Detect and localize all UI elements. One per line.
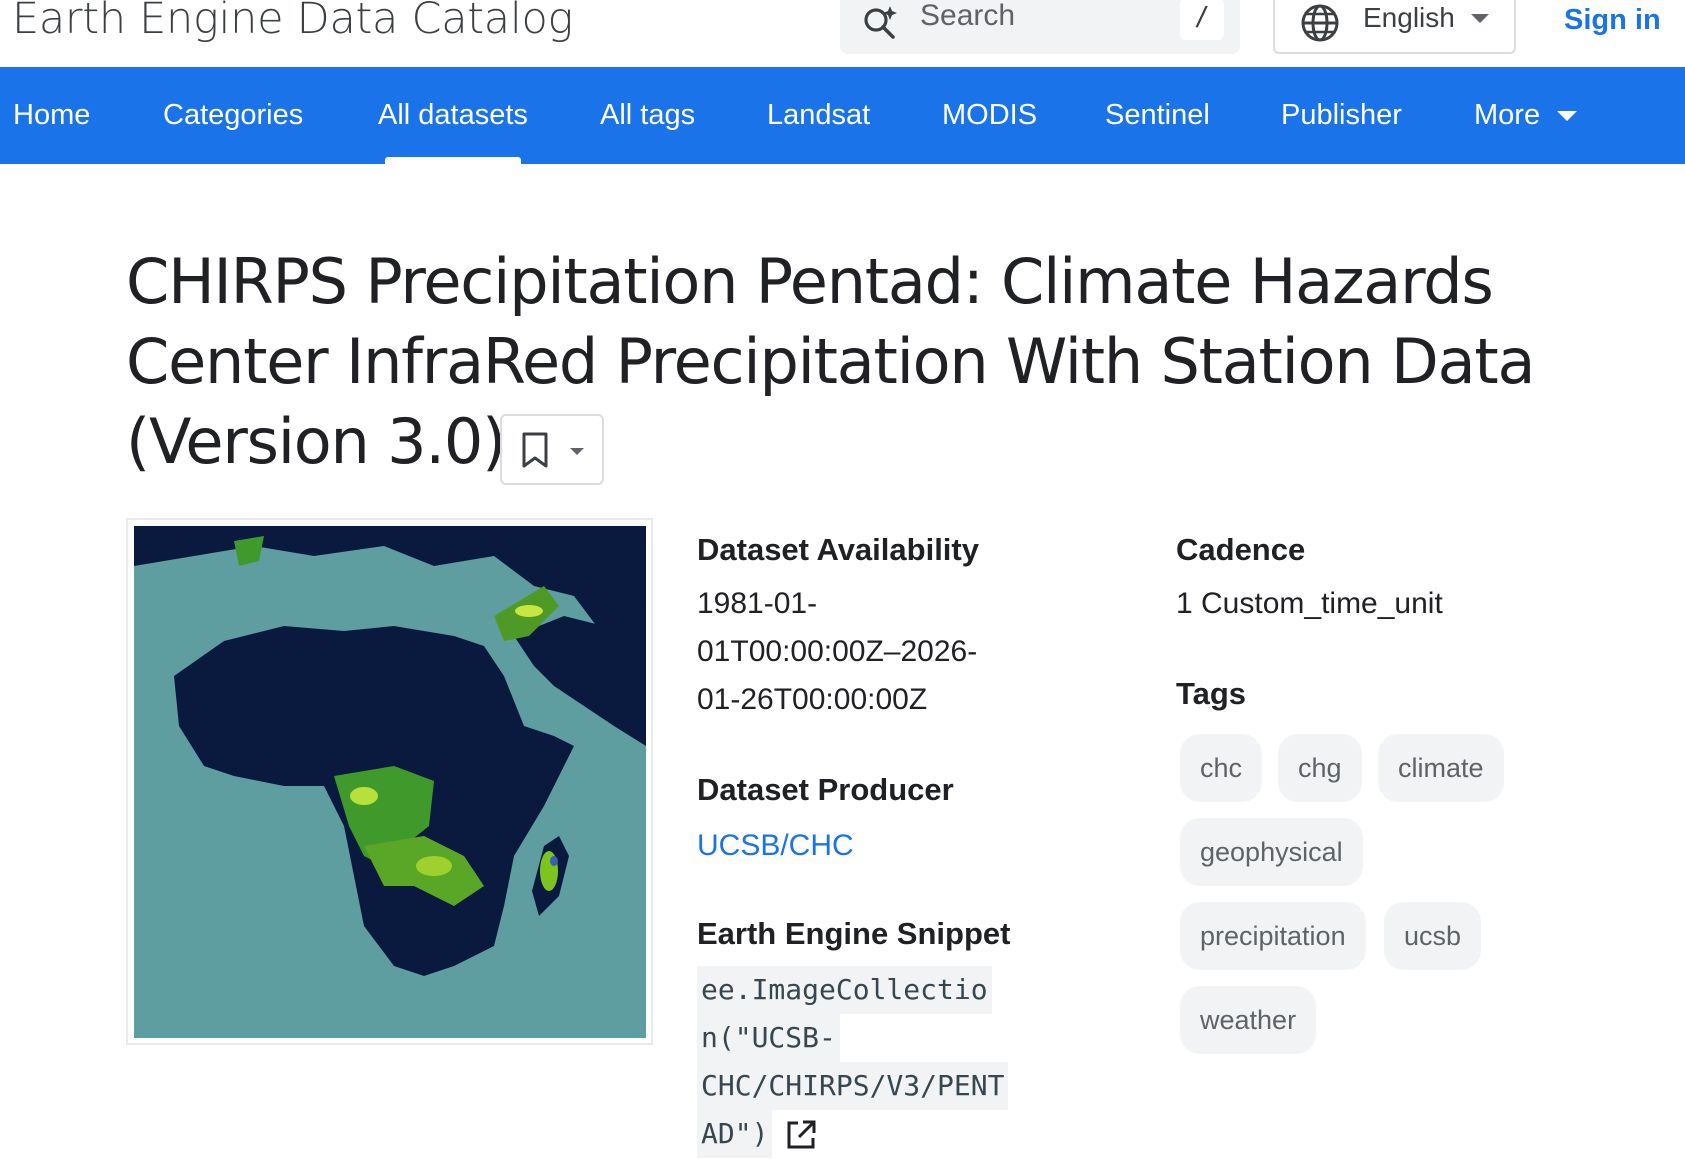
bookmark-button[interactable]	[500, 414, 604, 485]
tag-chg[interactable]: chg	[1278, 734, 1362, 802]
nav-item-all-tags[interactable]: All tags	[600, 67, 695, 164]
active-tab-indicator	[385, 157, 521, 164]
snippet-label: Earth Engine Snippet	[697, 916, 1011, 951]
availability-line: 1981-01-	[697, 587, 818, 620]
search-icon	[864, 6, 897, 39]
chevron-down-icon	[1557, 111, 1577, 121]
language-selector[interactable]: English	[1273, 0, 1516, 54]
nav-item-home[interactable]: Home	[13, 67, 90, 164]
open-in-new-icon[interactable]	[784, 1118, 818, 1152]
producer-link[interactable]: UCSB/CHC	[697, 822, 854, 870]
cadence-label: Cadence	[1176, 532, 1306, 567]
snippet-line: ee.ImageCollectio	[697, 966, 992, 1014]
site-title[interactable]: Earth Engine Data Catalog	[12, 0, 573, 44]
nav-item-more[interactable]: More	[1474, 67, 1540, 164]
sign-in-link[interactable]: Sign in	[1564, 2, 1661, 38]
producer-label: Dataset Producer	[697, 772, 954, 807]
tag-geophysical[interactable]: geophysical	[1180, 818, 1363, 886]
availability-label: Dataset Availability	[697, 532, 979, 567]
cadence-value: 1 Custom_time_unit	[1176, 587, 1443, 620]
code-snippet: ee.ImageCollectio n("UCSB- CHC/CHIRPS/V3…	[697, 966, 1009, 1158]
bookmark-icon	[522, 432, 548, 468]
nav-item-publisher[interactable]: Publisher	[1281, 67, 1402, 164]
language-label: English	[1363, 2, 1455, 33]
availability-line: 01T00:00:00Z–2026-	[697, 635, 978, 668]
tags-label: Tags	[1176, 676, 1247, 711]
top-bar: Earth Engine Data Catalog Search / Engli…	[0, 0, 1685, 67]
nav-item-all-datasets[interactable]: All datasets	[378, 67, 528, 164]
availability-line: 01-26T00:00:00Z	[697, 683, 928, 716]
search-placeholder: Search	[920, 0, 1016, 32]
globe-icon	[1301, 4, 1339, 42]
dataset-thumbnail	[126, 518, 653, 1045]
tag-chc[interactable]: chc	[1180, 734, 1263, 802]
tag-weather[interactable]: weather	[1180, 986, 1317, 1054]
nav-item-modis[interactable]: MODIS	[942, 67, 1037, 164]
main-nav: Home Categories All datasets All tags La…	[0, 67, 1685, 164]
tag-ucsb[interactable]: ucsb	[1384, 902, 1482, 970]
nav-item-landsat[interactable]: Landsat	[767, 67, 870, 164]
snippet-line: CHC/CHIRPS/V3/PENT	[697, 1062, 1009, 1110]
tag-climate[interactable]: climate	[1378, 734, 1504, 802]
search-input[interactable]: Search /	[840, 0, 1240, 54]
availability-value: 1981-01- 01T00:00:00Z–2026- 01-26T00:00:…	[697, 580, 977, 724]
nav-item-categories[interactable]: Categories	[163, 67, 303, 164]
search-shortcut-key: /	[1180, 0, 1224, 40]
precipitation-map-image	[134, 526, 646, 1038]
chevron-down-icon	[1471, 14, 1489, 23]
page-title: CHIRPS Precipitation Pentad: Climate Haz…	[126, 245, 1535, 478]
nav-item-sentinel[interactable]: Sentinel	[1105, 67, 1210, 164]
snippet-line: n("UCSB-	[697, 1014, 840, 1062]
tag-precipitation[interactable]: precipitation	[1180, 902, 1366, 970]
chevron-down-icon	[570, 448, 584, 455]
snippet-line: AD")	[697, 1110, 773, 1158]
